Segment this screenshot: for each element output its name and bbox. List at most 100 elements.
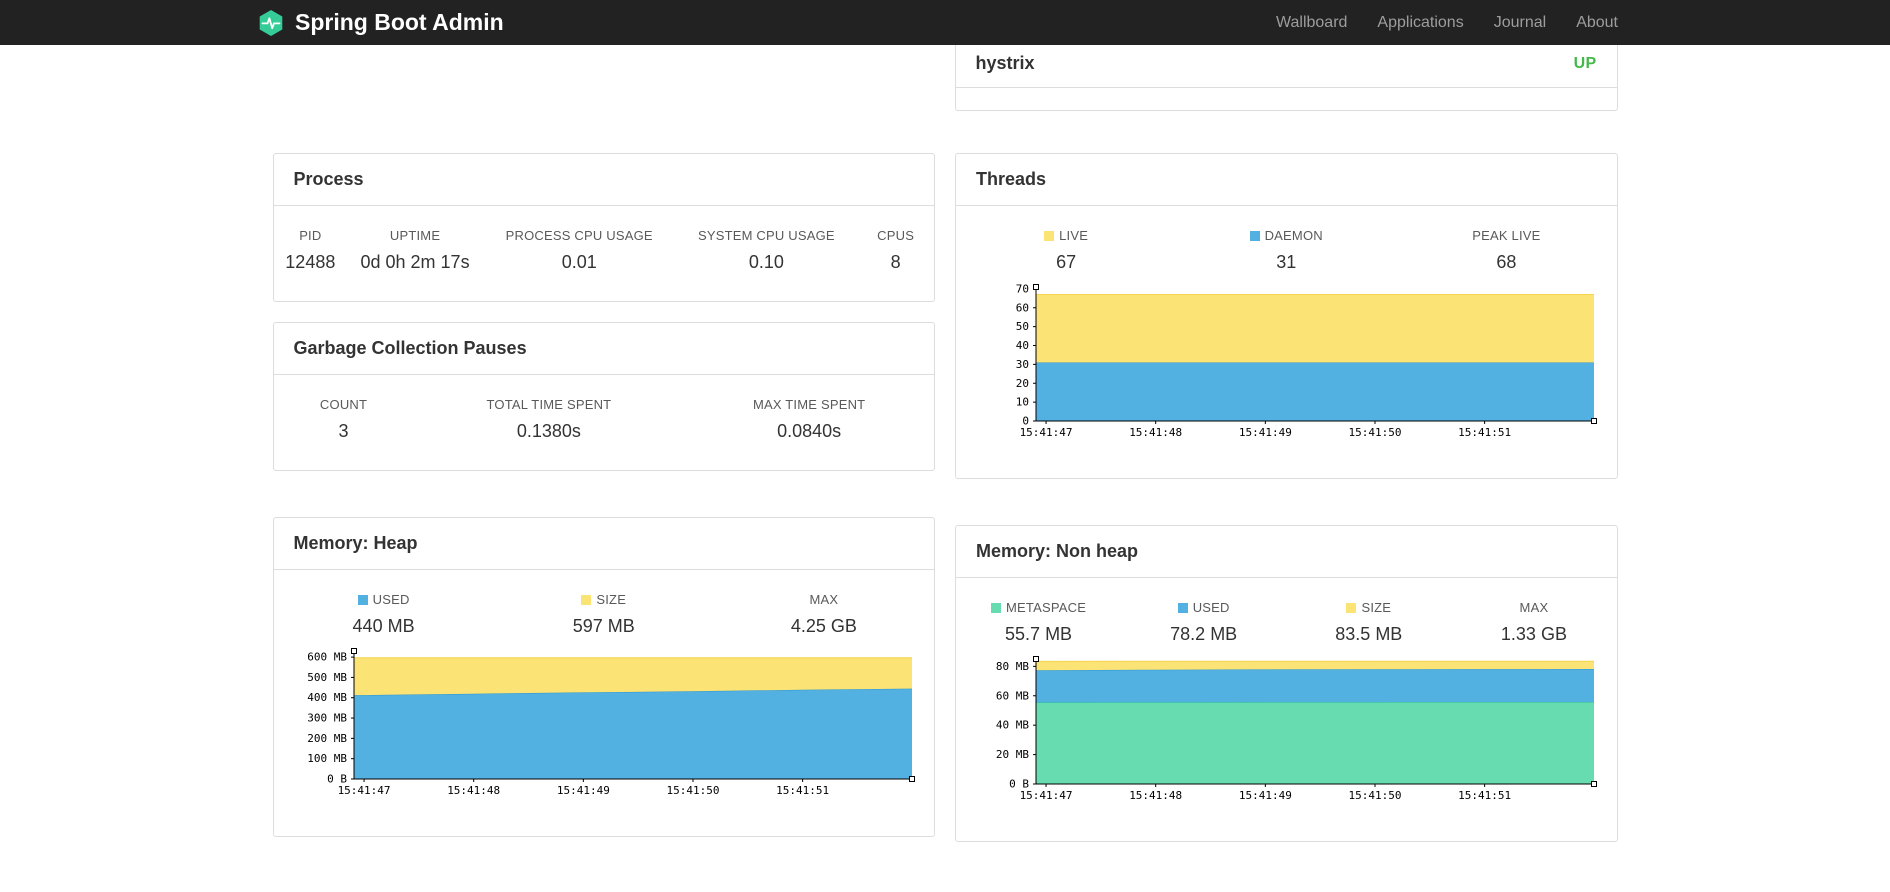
svg-text:15:41:48: 15:41:48 — [1129, 789, 1182, 802]
svg-text:15:41:50: 15:41:50 — [666, 784, 719, 797]
svg-text:100 MB: 100 MB — [307, 752, 347, 765]
svg-text:15:41:50: 15:41:50 — [1348, 426, 1401, 439]
svg-text:70: 70 — [1016, 282, 1029, 295]
live-legend-swatch-icon — [1044, 231, 1055, 241]
stat-value: 0.10 — [748, 252, 784, 272]
threads-chart: 0 10 20 30 40 50 60 70 15:41:47 15:41:48 15:41:49 1… — [956, 279, 1617, 478]
svg-text:15:41:47: 15:41:47 — [337, 784, 390, 797]
svg-text:400 MB: 400 MB — [307, 691, 347, 704]
brand-title: Spring Boot Admin — [295, 9, 504, 35]
stat-value: 8 — [890, 252, 901, 272]
memory-nonheap-panel: Memory: Non heap METASPACE USED SIZE MAX… — [955, 525, 1618, 842]
svg-text:200 MB: 200 MB — [307, 732, 347, 745]
svg-text:40: 40 — [1016, 339, 1029, 352]
svg-text:60 MB: 60 MB — [996, 689, 1029, 702]
stat-label: USED — [372, 592, 410, 607]
stat-value: 3 — [338, 421, 349, 441]
size-legend-swatch-icon — [581, 595, 592, 605]
nav-item-journal[interactable]: Journal — [1479, 0, 1561, 45]
stat-label: TOTAL TIME SPENT — [486, 397, 612, 412]
stat-label: LIVE — [1059, 228, 1089, 243]
nav-item-wallboard[interactable]: Wallboard — [1261, 0, 1362, 45]
metrics-grid: Process PID UPTIME PROCESS CPU USAGE SYS… — [272, 45, 1618, 842]
stat-label: PID — [299, 228, 322, 243]
threads-panel: Threads LIVE DAEMON PEAK LIVE 67 31 68 0… — [955, 153, 1618, 479]
memory-nonheap-chart: 0 B 20 MB 40 MB 60 MB 80 MB 15:41:47 15:41:48 1… — [956, 651, 1617, 841]
stat-label: PROCESS CPU USAGE — [505, 228, 653, 243]
stat-value: 0.01 — [561, 252, 597, 272]
stat-value: 0.1380s — [516, 421, 581, 441]
stat-value: 68 — [1496, 252, 1517, 272]
left-column: Process PID UPTIME PROCESS CPU USAGE SYS… — [272, 153, 935, 842]
stat-value: 78.2 MB — [1170, 624, 1238, 644]
metaspace-legend-swatch-icon — [991, 603, 1002, 613]
svg-text:15:41:49: 15:41:49 — [1239, 426, 1292, 439]
stat-value: 0d 0h 2m 17s — [360, 252, 470, 272]
stat-label: DAEMON — [1264, 228, 1323, 243]
memory-nonheap-panel-title: Memory: Non heap — [956, 526, 1617, 578]
stat-value: 83.5 MB — [1335, 624, 1403, 644]
svg-text:15:41:51: 15:41:51 — [776, 784, 829, 797]
svg-text:15:41:49: 15:41:49 — [1239, 789, 1292, 802]
svg-text:15:41:50: 15:41:50 — [1348, 789, 1401, 802]
navbar-container: Spring Boot Admin Wallboard Applications… — [257, 0, 1633, 45]
svg-text:15:41:51: 15:41:51 — [1458, 789, 1511, 802]
svg-text:80 MB: 80 MB — [996, 660, 1029, 673]
stat-label: UPTIME — [389, 228, 441, 243]
stat-label: COUNT — [319, 397, 368, 412]
stat-value: 1.33 GB — [1500, 624, 1567, 644]
heap-legend-table: USED SIZE MAX 440 MB 597 MB 4.25 GB — [274, 592, 935, 641]
process-stats-table: PID UPTIME PROCESS CPU USAGE SYSTEM CPU … — [274, 228, 935, 277]
nav-item-applications[interactable]: Applications — [1362, 0, 1478, 45]
stat-label: MAX — [1519, 600, 1549, 615]
memory-heap-panel: Memory: Heap USED SIZE MAX 440 MB 597 MB… — [272, 517, 935, 837]
health-item-name: hystrix — [975, 53, 1035, 73]
health-row-hystrix[interactable]: hystrix UP — [955, 45, 1617, 88]
size-legend-swatch-icon — [1346, 603, 1357, 613]
svg-text:15:41:47: 15:41:47 — [1020, 789, 1073, 802]
stat-label: PEAK LIVE — [1472, 228, 1541, 243]
svg-text:50: 50 — [1016, 320, 1029, 333]
svg-text:30: 30 — [1016, 358, 1029, 371]
nonheap-legend-table: METASPACE USED SIZE MAX 55.7 MB 78.2 MB … — [956, 600, 1617, 649]
stat-value: 31 — [1276, 252, 1297, 272]
svg-text:60: 60 — [1016, 301, 1029, 314]
stat-value: 597 MB — [572, 616, 635, 636]
svg-text:15:41:49: 15:41:49 — [556, 784, 609, 797]
stat-label: MAX — [809, 592, 839, 607]
right-column: Threads LIVE DAEMON PEAK LIVE 67 31 68 0… — [955, 153, 1618, 842]
page-content: hystrix UP Process PID UPTIME PROCESS CP… — [272, 45, 1618, 842]
stat-value: 12488 — [285, 252, 336, 272]
memory-heap-panel-title: Memory: Heap — [273, 518, 934, 570]
stat-label: MAX TIME SPENT — [752, 397, 866, 412]
process-panel: Process PID UPTIME PROCESS CPU USAGE SYS… — [272, 153, 935, 302]
svg-text:500 MB: 500 MB — [307, 671, 347, 684]
health-status-badge: UP — [1573, 54, 1597, 72]
daemon-legend-swatch-icon — [1249, 231, 1260, 241]
stat-label: CPUS — [877, 228, 915, 243]
brand-link[interactable]: Spring Boot Admin — [257, 9, 504, 37]
stat-label: METASPACE — [1006, 600, 1087, 615]
application-health-panel: hystrix UP — [954, 45, 1618, 111]
svg-text:15:41:48: 15:41:48 — [1129, 426, 1182, 439]
memory-heap-chart: 0 B 100 MB 200 MB 300 MB 400 MB 500 MB 600 MB 1… — [274, 643, 935, 836]
gc-panel-title: Garbage Collection Pauses — [273, 323, 934, 375]
svg-text:600 MB: 600 MB — [307, 651, 347, 664]
gc-stats-table: COUNT TOTAL TIME SPENT MAX TIME SPENT 3 … — [274, 397, 935, 446]
gc-panel: Garbage Collection Pauses COUNT TOTAL TI… — [272, 322, 935, 471]
svg-text:300 MB: 300 MB — [307, 712, 347, 725]
svg-text:40 MB: 40 MB — [996, 719, 1029, 732]
threads-panel-title: Threads — [956, 154, 1617, 206]
svg-text:15:41:48: 15:41:48 — [447, 784, 500, 797]
stat-value: 440 MB — [352, 616, 415, 636]
used-legend-swatch-icon — [1177, 603, 1188, 613]
pulse-logo-icon — [257, 9, 285, 37]
svg-text:10: 10 — [1016, 396, 1029, 409]
used-legend-swatch-icon — [357, 595, 368, 605]
nav-item-about[interactable]: About — [1561, 0, 1633, 45]
threads-legend-table: LIVE DAEMON PEAK LIVE 67 31 68 — [956, 228, 1617, 277]
stat-value: 0.0840s — [777, 421, 842, 441]
process-panel-title: Process — [273, 154, 934, 206]
stat-value: 4.25 GB — [790, 616, 857, 636]
svg-text:20 MB: 20 MB — [996, 748, 1029, 761]
